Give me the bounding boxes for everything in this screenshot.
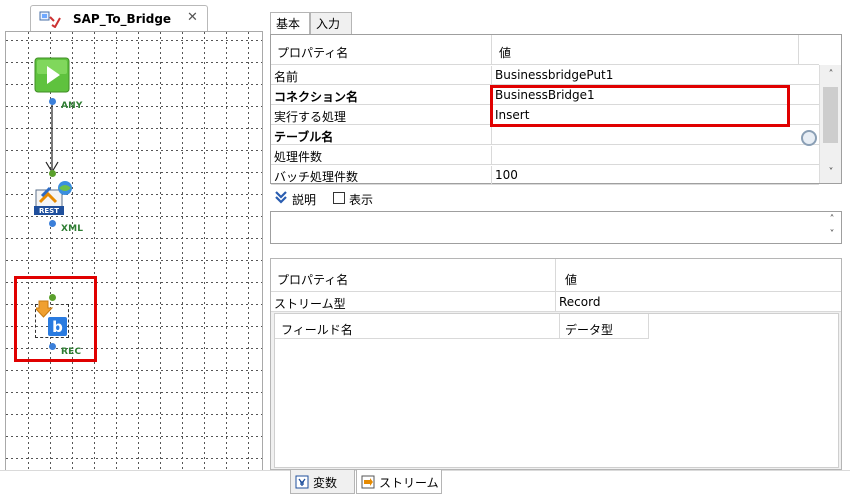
stream-panel: プロパティ名 値 ストリーム型 Record フィールド名 データ型: [270, 258, 842, 470]
property-name: 処理件数: [274, 150, 323, 164]
start-icon[interactable]: [34, 57, 70, 93]
editor-tab[interactable]: SAP_To_Bridge ✕: [30, 5, 208, 32]
stream-icon: [361, 475, 375, 489]
bottom-tabs: 変数 ストリーム: [290, 470, 450, 495]
column-header-value: 値: [565, 273, 578, 287]
field-table: フィールド名 データ型: [274, 313, 839, 468]
rest-icon[interactable]: REST: [32, 178, 74, 218]
flow-script-icon: [39, 11, 61, 28]
property-table-header: プロパティ名 値: [271, 35, 819, 65]
stream-type-row[interactable]: ストリーム型 Record: [271, 292, 841, 312]
stream-type-label: ストリーム型: [274, 297, 346, 311]
column-header-data-type: データ型: [565, 323, 614, 337]
property-name: 実行する処理: [274, 110, 347, 124]
property-name: バッチ処理件数: [274, 170, 359, 184]
designer-pane: SAP_To_Bridge ✕ ANY REST XML b REC: [0, 0, 263, 501]
tab-input[interactable]: 入力: [310, 12, 352, 34]
property-name: テーブル名: [274, 130, 334, 144]
expand-chevron-icon[interactable]: [273, 189, 289, 205]
property-name: 名前: [274, 70, 299, 84]
property-name: コネクション名: [274, 90, 359, 104]
property-scrollbar[interactable]: ˄ ˅: [819, 65, 841, 183]
input-port[interactable]: [49, 170, 56, 177]
scroll-down-icon[interactable]: ˅: [820, 167, 842, 178]
node-highlight-box: [14, 276, 97, 362]
property-row[interactable]: テーブル名: [271, 126, 819, 145]
field-table-header: フィールド名 データ型: [275, 314, 649, 339]
description-bar: 説明 表示: [270, 186, 842, 210]
tab-variables[interactable]: 変数: [290, 470, 355, 494]
property-row[interactable]: バッチ処理件数 100: [271, 166, 819, 185]
output-port[interactable]: [49, 220, 56, 227]
property-value[interactable]: BusinessbridgePut1: [495, 68, 613, 82]
column-header-field-name: フィールド名: [281, 323, 353, 337]
property-value[interactable]: 100: [495, 168, 518, 182]
scrollbar-thumb[interactable]: [823, 87, 838, 143]
table-select-button[interactable]: [801, 130, 817, 146]
close-icon[interactable]: ✕: [187, 10, 198, 25]
property-tabs: 基本 入力: [270, 12, 370, 34]
port-label-any: ANY: [61, 101, 83, 111]
show-checkbox[interactable]: [333, 192, 345, 204]
connection-highlight-box: [490, 85, 790, 127]
column-header-value: 値: [499, 46, 512, 60]
column-header-property-name: プロパティ名: [277, 273, 349, 287]
variable-icon: [295, 475, 309, 489]
property-row[interactable]: 処理件数: [271, 146, 819, 165]
scroll-up-icon[interactable]: ˄: [821, 214, 843, 225]
property-row[interactable]: 名前 BusinessbridgePut1: [271, 66, 819, 85]
port-label-xml: XML: [61, 224, 84, 234]
canvas-grid: [6, 32, 262, 470]
svg-text:REST: REST: [39, 207, 59, 215]
stream-type-value: Record: [559, 295, 601, 309]
flow-canvas[interactable]: ANY REST XML b REC: [5, 31, 263, 471]
editor-tab-label: SAP_To_Bridge: [73, 12, 172, 26]
tab-basic[interactable]: 基本: [270, 12, 310, 34]
scroll-down-icon[interactable]: ˅: [821, 229, 843, 240]
description-textarea[interactable]: ˄ ˅: [270, 211, 842, 244]
tab-variables-label: 変数: [313, 476, 338, 490]
tab-stream-label: ストリーム: [379, 476, 439, 490]
stream-table-header: プロパティ名 値: [271, 259, 841, 292]
column-header-property-name: プロパティ名: [277, 46, 349, 60]
description-label: 説明: [292, 193, 317, 207]
output-port[interactable]: [49, 98, 56, 105]
tab-stream[interactable]: ストリーム: [356, 470, 442, 494]
show-label: 表示: [349, 193, 374, 207]
scroll-up-icon[interactable]: ˄: [820, 69, 842, 80]
